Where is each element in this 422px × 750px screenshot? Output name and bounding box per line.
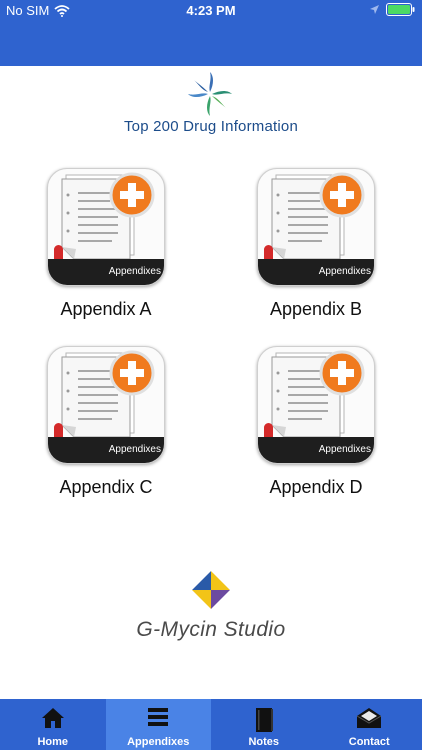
app-header: Top 200 Drug Information bbox=[0, 66, 422, 146]
appendix-document-icon: Appendixes bbox=[47, 346, 165, 464]
tab-bar: Home Appendixes Notes Contact bbox=[0, 699, 422, 750]
appendix-document-icon: Appendixes bbox=[257, 346, 375, 464]
app-title: Top 200 Drug Information bbox=[123, 118, 299, 135]
tab-home[interactable]: Home bbox=[0, 699, 106, 750]
status-bar: No SIM 4:23 PM bbox=[0, 0, 422, 22]
appendix-document-icon: Appendixes bbox=[257, 168, 375, 286]
appendixes-badge: Appendixes bbox=[258, 259, 374, 285]
studio-logo-icon bbox=[189, 568, 233, 612]
status-time: 4:23 PM bbox=[186, 3, 236, 18]
appendixes-badge: Appendixes bbox=[48, 437, 164, 463]
appendix-a-label: Appendix A bbox=[60, 299, 152, 319]
status-right bbox=[369, 3, 416, 16]
tab-label: Contact bbox=[348, 736, 390, 748]
battery-icon bbox=[386, 3, 415, 16]
tab-appendixes[interactable]: Appendixes bbox=[105, 699, 211, 750]
location-arrow-icon bbox=[370, 5, 379, 14]
appendix-d-label: Appendix D bbox=[269, 477, 363, 497]
app-logo-icon bbox=[188, 72, 232, 116]
mail-icon bbox=[356, 708, 382, 728]
appendix-a-tile[interactable]: Appendixes Appendix A bbox=[26, 168, 186, 320]
tab-contact[interactable]: Contact bbox=[317, 699, 422, 750]
navigation-bar bbox=[0, 22, 422, 66]
appendix-d-tile[interactable]: Appendixes Appendix D bbox=[236, 346, 396, 498]
appendixes-badge: Appendixes bbox=[258, 437, 374, 463]
studio-name: G-Mycin Studio bbox=[136, 618, 286, 641]
home-icon bbox=[41, 708, 64, 728]
appendix-b-tile[interactable]: Appendixes Appendix B bbox=[236, 168, 396, 320]
studio-brand: G-Mycin Studio bbox=[0, 568, 422, 641]
notebook-icon bbox=[255, 708, 273, 732]
list-icon bbox=[148, 708, 169, 726]
tab-label: Appendixes bbox=[127, 736, 190, 748]
appendix-b-label: Appendix B bbox=[269, 299, 363, 319]
appendix-c-tile[interactable]: Appendixes Appendix C bbox=[26, 346, 186, 498]
appendixes-badge: Appendixes bbox=[48, 259, 164, 285]
appendix-c-label: Appendix C bbox=[59, 477, 153, 497]
tab-label: Home bbox=[37, 736, 69, 748]
tab-label: Notes bbox=[248, 736, 280, 748]
appendix-document-icon: Appendixes bbox=[47, 168, 165, 286]
tab-notes[interactable]: Notes bbox=[211, 699, 317, 750]
